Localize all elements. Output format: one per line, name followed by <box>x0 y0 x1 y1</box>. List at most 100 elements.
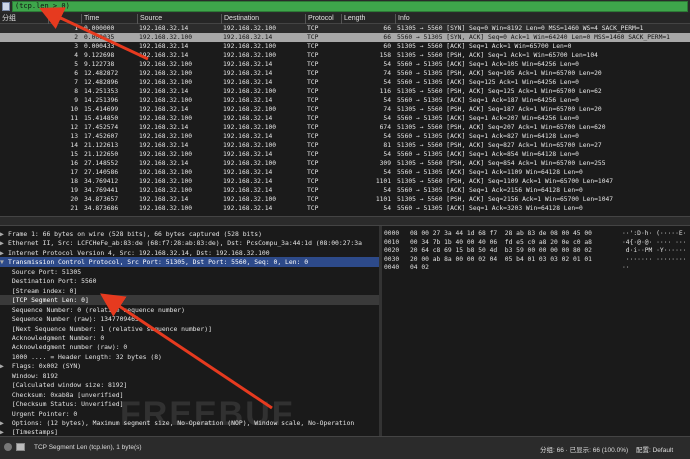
expand-triangle-icon[interactable]: ▶ <box>0 229 8 239</box>
detail-tree-item[interactable]: [Next Sequence Number: 1 (relative seque… <box>0 324 379 334</box>
packet-cell-info: 5560 → 51305 [ACK] Seq=1 Ack=1109 Win=64… <box>397 169 583 176</box>
packet-cell-dst: 192.168.32.100 <box>223 196 277 203</box>
packet-cell-time: 9.122698 <box>84 52 115 59</box>
packet-cell-info: 5560 → 51305 [PSH, ACK] Seq=105 Ack=1 Wi… <box>397 70 602 77</box>
detail-tree-item[interactable]: 1000 .... = Header Length: 32 bytes (8) <box>0 352 379 362</box>
expand-triangle-icon[interactable]: ▶ <box>0 248 8 258</box>
column-group[interactable]: 分组 <box>0 14 46 24</box>
packet-cell-time: 34.769441 <box>84 187 119 194</box>
packet-row[interactable]: 5 9.122738 192.168.32.100 192.168.32.14 TCP 5… <box>0 60 690 69</box>
packet-cell-no: 8 <box>74 88 78 95</box>
packet-cell-proto: TCP <box>307 133 319 140</box>
packet-cell-no: 9 <box>74 97 78 104</box>
packet-row[interactable]: 13 17.452607 192.168.32.100 192.168.32.14 TC… <box>0 132 690 141</box>
packet-cell-no: 10 <box>70 106 78 113</box>
detail-tree-item[interactable]: [TCP Segment Len: 0] <box>0 295 379 305</box>
packet-row[interactable]: 12 17.452574 192.168.32.14 192.168.32.100 TC… <box>0 123 690 132</box>
bytes-row[interactable]: 0020 20 64 c8 69 15 b8 50 4d b3 59 00 00 … <box>384 247 688 255</box>
detail-tree-item[interactable]: ▶ Internet Protocol Version 4, Src: 192.1… <box>0 248 379 258</box>
packet-cell-proto: TCP <box>307 115 319 122</box>
packet-row[interactable]: 8 14.251353 192.168.32.14 192.168.32.100 TCP… <box>0 87 690 96</box>
packet-cell-src: 192.168.32.14 <box>139 52 189 59</box>
packet-cell-time: 15.414850 <box>84 115 119 122</box>
detail-tree-item[interactable]: Acknowledgment number (raw): 0 <box>0 342 379 352</box>
collapse-triangle-icon[interactable]: ▼ <box>0 257 8 267</box>
bytes-ascii: ······· ········ <box>622 255 687 263</box>
column-protocol[interactable]: Protocol <box>305 14 341 24</box>
expand-triangle-icon[interactable]: ▶ <box>0 238 8 248</box>
packet-row[interactable]: 6 12.482872 192.168.32.100 192.168.32.14 TCP… <box>0 69 690 78</box>
detail-tree-item[interactable]: ▶ Frame 1: 66 bytes on wire (528 bits), 6… <box>0 229 379 239</box>
column-destination[interactable]: Destination <box>221 14 305 24</box>
detail-tree-item[interactable]: Source Port: 51305 <box>0 267 379 277</box>
bytes-hex: 20 00 ab 8a 00 00 02 04 05 b4 01 03 03 0… <box>410 255 592 263</box>
expand-triangle-icon[interactable]: ▶ <box>0 427 8 436</box>
packet-cell-no: 16 <box>70 160 78 167</box>
detail-tree-label: Urgent Pointer: 0 <box>8 409 78 418</box>
packet-row[interactable]: 14 21.122613 192.168.32.14 192.168.32.100 TC… <box>0 141 690 150</box>
detail-tree-item[interactable]: [Calculated window size: 8192] <box>0 380 379 390</box>
packet-row[interactable]: 15 21.122650 192.168.32.100 192.168.32.14 TC… <box>0 150 690 159</box>
packet-cell-src: 192.168.32.14 <box>139 25 189 32</box>
detail-tree-item[interactable]: Destination Port: 5560 <box>0 276 379 286</box>
packet-row[interactable]: 3 0.000433 192.168.32.14 192.168.32.100 TCP 6… <box>0 42 690 51</box>
detail-tree-item[interactable]: Acknowledgment Number: 0 <box>0 333 379 343</box>
packet-cell-src: 192.168.32.100 <box>139 178 193 185</box>
packet-row[interactable]: 1 0.000000 192.168.32.14 192.168.32.100 TCP 6… <box>0 24 690 33</box>
detail-tree-item[interactable]: Sequence Number: 0 (relative sequence nu… <box>0 305 379 315</box>
packet-cell-len: 54 <box>383 115 391 122</box>
packet-cell-no: 19 <box>70 187 78 194</box>
status-profile[interactable]: 配置: Default <box>636 444 673 454</box>
column-info[interactable]: Info <box>395 14 690 24</box>
capture-file-icon[interactable] <box>16 443 25 451</box>
packet-row[interactable]: 4 9.122698 192.168.32.14 192.168.32.100 TCP 1… <box>0 51 690 60</box>
detail-tree-item[interactable]: ▶ Ethernet II, Src: LCFCHeFe_ab:83:de (68… <box>0 238 379 248</box>
bytes-row[interactable]: 0030 20 00 ab 8a 00 00 02 04 05 b4 01 03 … <box>384 256 688 264</box>
packet-row[interactable]: 19 34.769441 192.168.32.100 192.168.32.14 TC… <box>0 186 690 195</box>
bytes-row[interactable]: 0000 08 00 27 3a 44 1d 68 f7 28 ab 83 de … <box>384 230 688 238</box>
bookmark-icon[interactable] <box>2 2 10 11</box>
detail-tree-item[interactable]: [Stream index: 0] <box>0 286 379 296</box>
packet-row[interactable]: 17 27.140586 192.168.32.100 192.168.32.14 TC… <box>0 168 690 177</box>
packet-cell-time: 15.414699 <box>84 106 119 113</box>
packet-cell-info: 5560 → 51305 [ACK] Seq=1 Ack=187 Win=642… <box>397 97 579 104</box>
packet-bytes-pane[interactable]: 0000 08 00 27 3a 44 1d 68 f7 28 ab 83 de … <box>382 226 690 436</box>
packet-row[interactable]: 20 34.873657 192.168.32.14 192.168.32.100 TC… <box>0 195 690 204</box>
detail-tree-item[interactable]: Sequence Number (raw): 1347709465 <box>0 314 379 324</box>
column-length[interactable]: Length <box>341 14 395 24</box>
column-time[interactable]: Time <box>81 14 137 24</box>
detail-tree-item[interactable]: Window: 8192 <box>0 371 379 381</box>
packet-cell-src: 192.168.32.100 <box>139 169 193 176</box>
packet-row[interactable]: 21 34.873686 192.168.32.100 192.168.32.14 TC… <box>0 204 690 213</box>
bytes-row[interactable]: 0040 04 02 ·· <box>384 264 688 272</box>
detail-tree-item[interactable]: ▶ Flags: 0x002 (SYN) <box>0 361 379 371</box>
detail-tree-item[interactable]: ▼ Transmission Control Protocol, Src Port… <box>0 257 379 268</box>
packet-row[interactable]: 10 15.414699 192.168.32.14 192.168.32.100 TC… <box>0 105 690 114</box>
packet-cell-time: 34.769412 <box>84 178 119 185</box>
packet-cell-len: 54 <box>383 61 391 68</box>
packet-row[interactable]: 11 15.414850 192.168.32.100 192.168.32.14 TC… <box>0 114 690 123</box>
display-filter-input[interactable]: (tcp.len > 0) <box>12 1 688 12</box>
packet-cell-info: 51305 → 5560 [PSH, ACK] Seq=125 Ack=1 Wi… <box>397 88 602 95</box>
packet-row[interactable]: 16 27.148552 192.168.32.14 192.168.32.100 TC… <box>0 159 690 168</box>
column-no[interactable]: No. <box>48 14 81 24</box>
packet-cell-proto: TCP <box>307 43 319 50</box>
expert-info-icon[interactable] <box>4 443 12 451</box>
bytes-ascii: d·i··PM ·Y······ <box>622 247 687 255</box>
packet-cell-time: 0.000433 <box>84 43 115 50</box>
packet-row[interactable]: 2 0.000035 192.168.32.100 192.168.32.14 TCP 6… <box>0 33 690 42</box>
packet-list[interactable]: 分组 No. Time Source Destination Protocol … <box>0 13 690 216</box>
packet-cell-no: 7 <box>74 79 78 86</box>
expand-triangle-icon[interactable]: ▶ <box>0 418 8 428</box>
expand-triangle-icon[interactable]: ▶ <box>0 361 8 371</box>
packet-row[interactable]: 9 14.251396 192.168.32.100 192.168.32.14 TCP… <box>0 96 690 105</box>
packet-row[interactable]: 18 34.769412 192.168.32.100 192.168.32.14 TC… <box>0 177 690 186</box>
packet-cell-no: 11 <box>70 115 78 122</box>
packet-row[interactable]: 7 12.482896 192.168.32.100 192.168.32.14 TCP… <box>0 78 690 87</box>
packet-cell-src: 192.168.32.100 <box>139 97 193 104</box>
pane-splitter[interactable] <box>0 216 690 226</box>
bytes-row[interactable]: 0010 00 34 7b 1b 40 00 40 06 fd e5 c0 a8 … <box>384 239 688 247</box>
status-bar: TCP Segment Len (tcp.len), 1 byte(s) 分组:… <box>0 436 690 459</box>
column-source[interactable]: Source <box>137 14 221 24</box>
packet-cell-len: 60 <box>383 43 391 50</box>
